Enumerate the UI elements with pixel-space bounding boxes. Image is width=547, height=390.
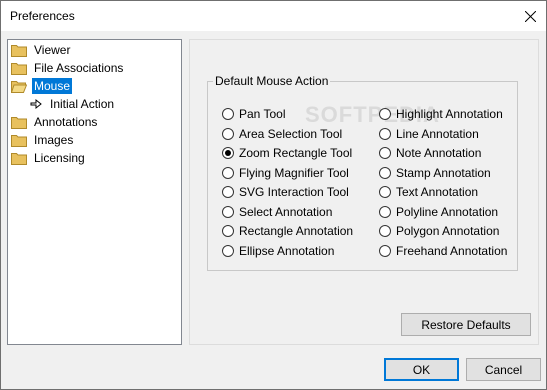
radio-option[interactable]: Line Annotation xyxy=(379,126,479,142)
radio-option[interactable]: Zoom Rectangle Tool xyxy=(222,145,352,161)
tree-item-licensing[interactable]: Licensing xyxy=(11,149,87,167)
folder-icon xyxy=(11,63,27,75)
radio-label: Select Annotation xyxy=(239,204,333,219)
radio-label: Flying Magnifier Tool xyxy=(239,165,349,180)
radio-option[interactable]: Highlight Annotation xyxy=(379,106,503,122)
tree-item-mouse[interactable]: Mouse xyxy=(11,77,73,95)
radio-label: Highlight Annotation xyxy=(396,107,503,121)
radio-label: Stamp Annotation xyxy=(396,165,491,180)
radio-label: Text Annotation xyxy=(396,185,479,199)
radio-button[interactable] xyxy=(222,147,234,159)
radio-option[interactable]: Pan Tool xyxy=(222,106,285,122)
radio-label: Polyline Annotation xyxy=(396,204,499,219)
radio-label: Polygon Annotation xyxy=(396,224,500,238)
radio-label: Area Selection Tool xyxy=(239,126,343,141)
arrow-right-icon xyxy=(30,98,42,110)
tree-item-label: Mouse xyxy=(32,78,73,94)
radio-option[interactable]: Flying Magnifier Tool xyxy=(222,165,349,181)
restore-defaults-button[interactable]: Restore Defaults xyxy=(401,313,531,336)
tree-item-images[interactable]: Images xyxy=(11,131,75,149)
radio-label: Ellipse Annotation xyxy=(239,243,335,258)
radio-option[interactable]: Ellipse Annotation xyxy=(222,243,334,259)
radio-button[interactable] xyxy=(379,186,391,198)
radio-option[interactable]: Polygon Annotation xyxy=(379,223,499,239)
folder-icon xyxy=(11,153,27,165)
folder-icon xyxy=(11,135,27,147)
radio-label: Rectangle Annotation xyxy=(239,224,354,238)
radio-button[interactable] xyxy=(379,225,391,237)
folder-icon xyxy=(11,45,27,57)
radio-button[interactable] xyxy=(379,127,391,140)
radio-option[interactable]: Stamp Annotation xyxy=(379,165,491,181)
radio-button[interactable] xyxy=(379,166,391,179)
folder-icon xyxy=(11,117,27,129)
radio-button[interactable] xyxy=(379,244,391,257)
tree-item-label: Images xyxy=(34,133,74,147)
tree-item-viewer[interactable]: Viewer xyxy=(11,41,72,59)
radio-label: SVG Interaction Tool xyxy=(239,185,349,199)
radio-button[interactable] xyxy=(379,205,391,218)
radio-option[interactable]: Rectangle Annotation xyxy=(222,223,353,239)
radio-option[interactable]: Area Selection Tool xyxy=(222,126,342,142)
radio-button[interactable] xyxy=(222,205,234,218)
radio-button[interactable] xyxy=(379,147,391,159)
radio-option[interactable]: SVG Interaction Tool xyxy=(222,184,349,200)
tree-item-label: Annotations xyxy=(34,115,98,129)
preferences-tree[interactable]: Viewer File Associations Mouse Initial A… xyxy=(7,39,182,345)
radio-label: Zoom Rectangle Tool xyxy=(239,146,353,160)
radio-option[interactable]: Select Annotation xyxy=(222,204,332,220)
radio-option[interactable]: Text Annotation xyxy=(379,184,478,200)
ok-button[interactable]: OK xyxy=(384,358,459,381)
radio-button[interactable] xyxy=(222,166,234,179)
radio-label: Line Annotation xyxy=(396,126,479,141)
tree-item-label: Initial Action xyxy=(50,97,115,111)
radio-option[interactable]: Polyline Annotation xyxy=(379,204,498,220)
title-bar: Preferences xyxy=(1,1,546,31)
tree-item-label: Licensing xyxy=(34,151,85,165)
radio-label: Freehand Annotation xyxy=(396,243,508,258)
close-button[interactable] xyxy=(516,2,544,30)
radio-button[interactable] xyxy=(379,108,391,120)
radio-button[interactable] xyxy=(222,225,234,237)
tree-item-initial-action[interactable]: Initial Action xyxy=(30,95,116,113)
cancel-button[interactable]: Cancel xyxy=(466,358,541,381)
close-icon xyxy=(524,10,536,22)
tree-item-file-associations[interactable]: File Associations xyxy=(11,59,125,77)
radio-option[interactable]: Freehand Annotation xyxy=(379,243,507,259)
radio-label: Note Annotation xyxy=(396,146,482,160)
tree-item-annotations[interactable]: Annotations xyxy=(11,113,99,131)
tree-item-label: Viewer xyxy=(34,43,71,57)
radio-button[interactable] xyxy=(222,186,234,198)
open-folder-icon xyxy=(11,81,27,93)
window-title: Preferences xyxy=(10,9,75,23)
group-title: Default Mouse Action xyxy=(213,74,331,88)
radio-option[interactable]: Note Annotation xyxy=(379,145,481,161)
radio-button[interactable] xyxy=(222,127,234,140)
radio-button[interactable] xyxy=(222,244,234,257)
tree-item-label: File Associations xyxy=(34,61,124,75)
radio-button[interactable] xyxy=(222,108,234,120)
radio-label: Pan Tool xyxy=(239,107,286,121)
